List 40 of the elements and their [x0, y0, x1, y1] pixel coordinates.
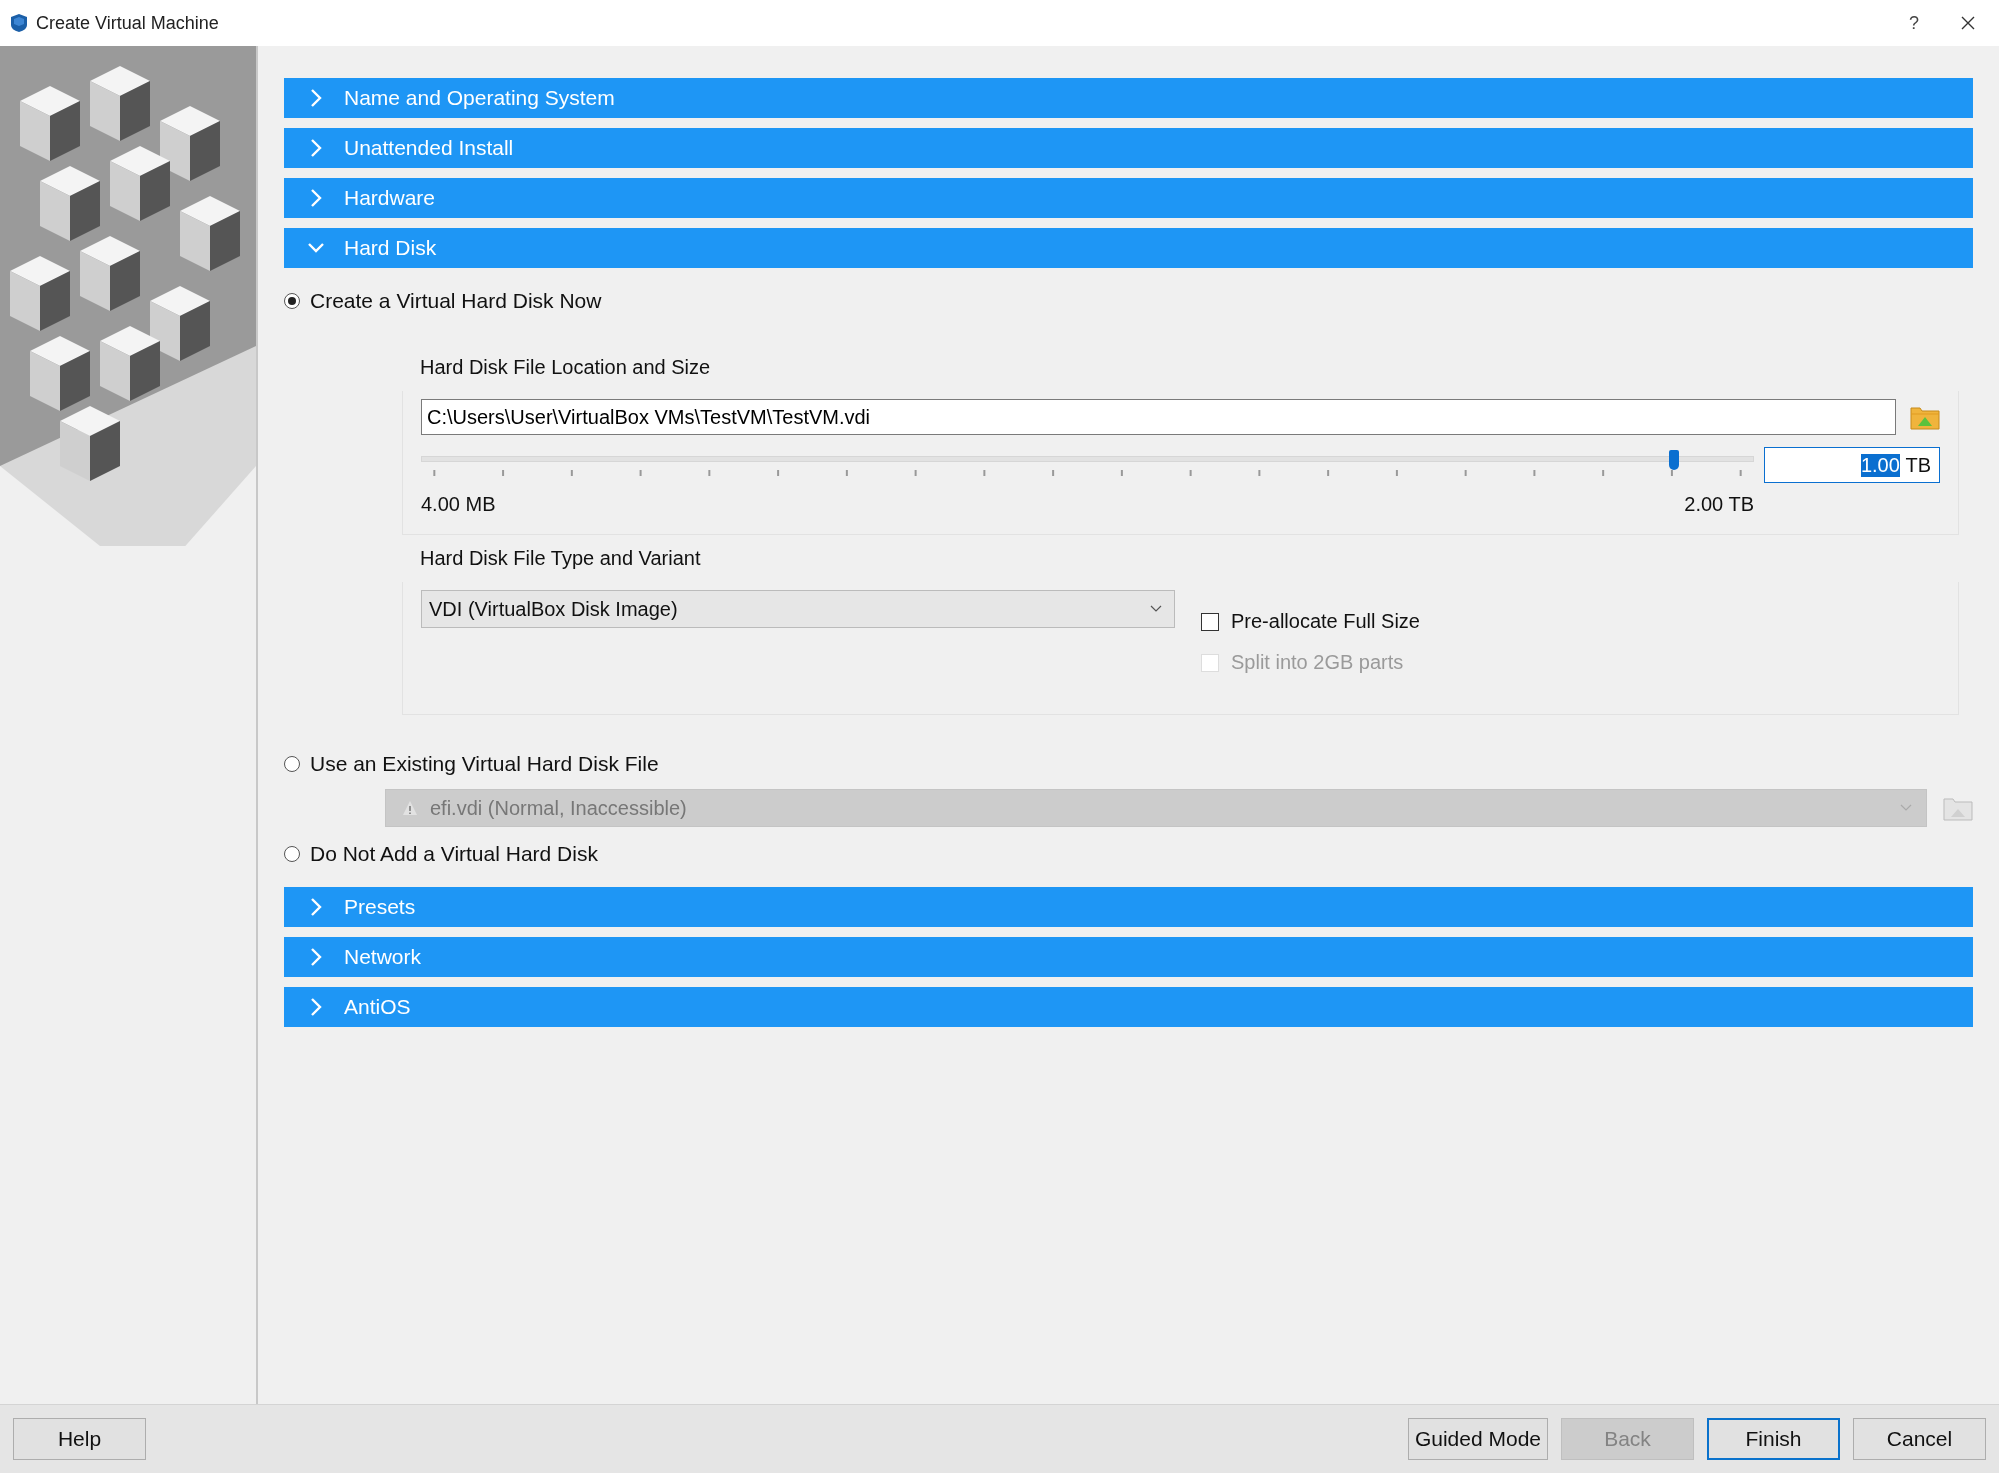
min-size-label: 4.00 MB: [421, 493, 496, 516]
dialog-button[interactable]: Help: [13, 1418, 146, 1460]
chevron-icon: [308, 88, 324, 108]
help-glyph-button[interactable]: ?: [1891, 5, 1937, 41]
section-header[interactable]: Presets: [284, 887, 1973, 927]
checkbox-label: Pre-allocate Full Size: [1231, 610, 1420, 633]
section-header[interactable]: Network: [284, 937, 1973, 977]
checkbox[interactable]: [1201, 612, 1219, 631]
checkbox-label: Split into 2GB parts: [1231, 651, 1404, 674]
chevron-icon: [308, 897, 324, 917]
section-header[interactable]: Name and Operating System: [284, 78, 1973, 118]
slider-handle[interactable]: [1669, 450, 1679, 470]
close-icon: [1960, 15, 1976, 31]
format-dropdown[interactable]: VDI (VirtualBox Disk Image): [421, 590, 1175, 628]
file-path-field[interactable]: C:\Users\User\VirtualBox VMs\TestVM\TestVM.vdi: [421, 399, 1896, 435]
radio-label: Use an Existing Virtual Hard Disk File: [310, 752, 659, 776]
section-header[interactable]: Hardware: [284, 178, 1973, 218]
radio-label: Create a Virtual Hard Disk Now: [310, 289, 602, 313]
window-title: Create Virtual Machine: [36, 12, 219, 34]
chevron-icon: [308, 138, 324, 158]
chevron-icon: [308, 997, 324, 1017]
dialog-button[interactable]: Finish: [1707, 1418, 1840, 1460]
chevron-icon: [308, 188, 324, 208]
radio-button[interactable]: [284, 756, 300, 772]
app-icon: [10, 13, 28, 33]
max-size-label: 2.00 TB: [1684, 493, 1754, 516]
dialog-button[interactable]: Guided Mode: [1407, 1418, 1548, 1460]
slider-track[interactable]: [421, 456, 1754, 462]
group-title: Hard Disk File Location and Size: [419, 355, 712, 380]
chevron-icon: [308, 947, 324, 967]
dialog-button[interactable]: Cancel: [1853, 1418, 1986, 1460]
warning-icon: [402, 800, 418, 816]
radio-button[interactable]: [284, 846, 300, 862]
radio-button[interactable]: [284, 293, 300, 309]
section-header[interactable]: AntiOS: [284, 987, 1973, 1027]
section-header[interactable]: Unattended Install: [284, 128, 1973, 168]
section-header[interactable]: Hard Disk: [284, 228, 1973, 268]
size-spinbox[interactable]: 1.00 TB: [1764, 447, 1940, 483]
radio-label: Do Not Add a Virtual Hard Disk: [310, 842, 598, 866]
group-title: Hard Disk File Type and Variant: [419, 546, 702, 571]
